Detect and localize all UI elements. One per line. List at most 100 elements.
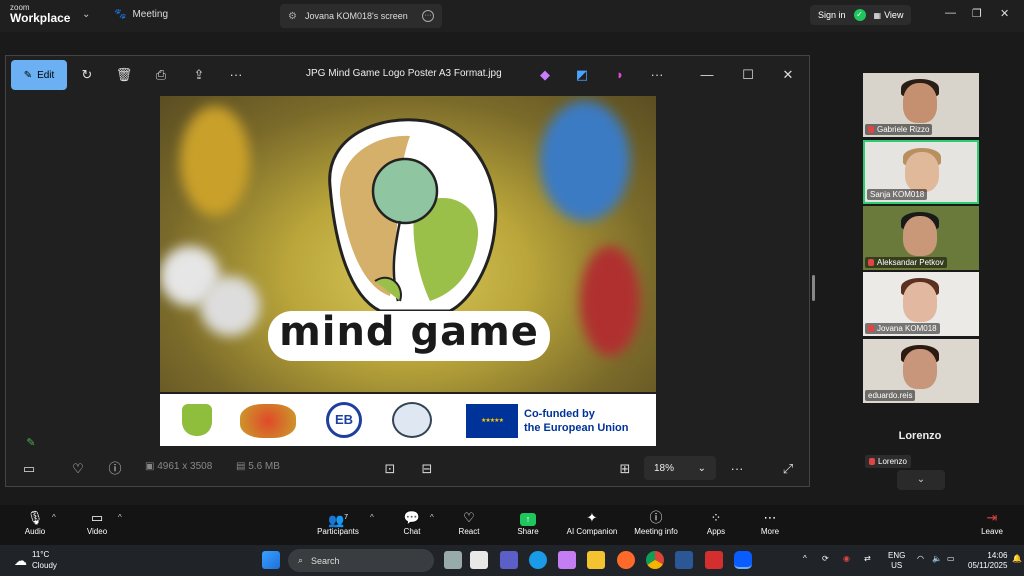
futbolista-logo-icon (182, 404, 212, 436)
rotate-icon[interactable]: ↻ (78, 66, 96, 84)
clock[interactable]: 14:06 05/11/2025 (968, 551, 1007, 571)
chat-caret-icon[interactable]: ^ (430, 513, 434, 522)
edit-button[interactable]: ✎ Edit (11, 60, 67, 90)
share-screen-icon: ↑ (498, 509, 558, 527)
more-icon[interactable]: ··· (227, 66, 245, 84)
poster-background: mind game (160, 96, 656, 392)
scroll-down-button[interactable]: ⌄ (897, 470, 945, 490)
sync-icon[interactable]: ⟳ (822, 554, 829, 564)
participant-tile-active[interactable]: Sanja KOM018 (863, 140, 979, 204)
participants-caret-icon[interactable]: ^ (370, 513, 374, 522)
ai-companion-button[interactable]: ✦ AI Companion (562, 509, 622, 536)
acrobat-icon[interactable] (705, 551, 723, 569)
file-explorer-icon[interactable] (587, 551, 605, 569)
participant-name: eduardo.reis (868, 391, 913, 400)
react-button[interactable]: ♡ React (439, 509, 499, 536)
edge-icon[interactable] (529, 551, 547, 569)
filmstrip-icon[interactable]: ▭ (20, 460, 38, 478)
security-shield-icon[interactable]: ✓ (853, 9, 866, 21)
actual-size-icon[interactable]: ⊞ (616, 460, 634, 478)
eu-flag-icon: ★★★★★ (466, 404, 518, 438)
chevron-down-icon: ⌄ (916, 474, 926, 485)
participant-tile[interactable]: Jovana KOM018 (863, 272, 979, 336)
participants-button[interactable]: 👥7 Participants (308, 509, 368, 536)
panel-resize-handle[interactable] (812, 275, 815, 301)
meeting-info-button[interactable]: ⓘ Meeting info (626, 509, 686, 536)
participant-tile[interactable]: eduardo.reis (863, 339, 979, 403)
leave-label: Leave (981, 527, 1003, 536)
annotate-pen-icon[interactable]: ✎ (22, 434, 40, 452)
bottom-more-icon[interactable]: ··· (728, 460, 746, 478)
favorite-heart-icon[interactable]: ♡ (69, 460, 87, 478)
video-options-caret-icon[interactable]: ^ (118, 513, 122, 522)
zoom-level-select[interactable]: 18% ⌄ (644, 456, 716, 480)
participants-label: Participants (317, 527, 359, 536)
store-icon[interactable] (470, 551, 488, 569)
screen-share-tab[interactable]: ⚙ Jovana KOM018's screen ··· (280, 4, 442, 28)
signin-button[interactable]: Sign in (818, 10, 846, 20)
muted-mic-icon (868, 259, 874, 266)
audio-button[interactable]: 🎙 Audio (5, 509, 65, 536)
firefox-icon[interactable] (617, 551, 635, 569)
battery-icon[interactable]: ▭ (947, 554, 955, 564)
screen-share-icon: ⚙ (288, 10, 297, 22)
zoom-taskbar-icon[interactable] (734, 551, 752, 569)
print-icon[interactable]: ⎙ (152, 66, 170, 84)
participant-tile[interactable]: Gabriele Rizzo (863, 73, 979, 137)
tray-overflow-icon[interactable]: ^ (803, 554, 807, 564)
wifi-icon[interactable]: ◠ (917, 554, 924, 564)
notifications-icon[interactable]: 🔔 (1012, 554, 1022, 564)
ai-companion-label: AI Companion (566, 527, 618, 536)
network-tray-icon[interactable]: ⇄ (864, 554, 871, 564)
meeting-tab[interactable]: 🐾 Meeting (114, 9, 168, 20)
delete-icon[interactable]: 🗑 (115, 66, 133, 84)
antivirus-icon[interactable]: ◉ (843, 554, 850, 564)
viewer-maximize-icon[interactable]: ☐ (739, 66, 757, 84)
clipchamp-icon[interactable]: ◗ (611, 66, 629, 84)
file-size-value: 5.6 MB (248, 461, 280, 472)
close-icon[interactable]: ✕ (1000, 7, 1009, 20)
search-box[interactable]: ⌕ Search (288, 549, 434, 572)
start-windows-icon[interactable] (262, 551, 280, 569)
logo-text: mind game (279, 309, 539, 355)
viewer-close-icon[interactable]: ✕ (779, 66, 797, 84)
task-view-icon[interactable] (444, 551, 462, 569)
fit-to-screen-icon[interactable]: ⊡ (381, 460, 399, 478)
more-button[interactable]: ⋯ More (740, 509, 800, 536)
meeting-label: Meeting (132, 9, 169, 20)
volume-icon[interactable]: 🔈 (932, 554, 942, 564)
language-indicator[interactable]: ENG US (888, 551, 905, 571)
weather-widget[interactable]: ☁ 11°C Cloudy (14, 549, 57, 571)
fullscreen-icon[interactable]: ⤢ (779, 460, 797, 478)
teams-icon[interactable] (500, 551, 518, 569)
more-options-icon[interactable]: ··· (422, 10, 434, 22)
minimize-icon[interactable]: — (945, 7, 956, 19)
copilot-taskbar-icon[interactable] (558, 551, 576, 569)
share-icon[interactable]: ⇪ (190, 66, 208, 84)
search-placeholder: Search (311, 555, 340, 566)
viewer-minimize-icon[interactable]: — (698, 66, 716, 84)
weather-condition: Cloudy (32, 561, 57, 570)
restore-icon[interactable]: ❐ (972, 7, 982, 20)
active-speaker-label: Lorenzo (865, 455, 911, 468)
vpn-icon[interactable] (675, 551, 693, 569)
viewer-bottom-bar: ▭ ♡ ⓘ ▣ 4961 x 3508 ▤ 5.6 MB ⊡ ⊟ ⊞ 18% ⌄… (6, 452, 809, 486)
view-button[interactable]: ▦ View (874, 10, 904, 20)
copilot-icon[interactable]: ◆ (536, 66, 554, 84)
overflow-icon[interactable]: ··· (648, 66, 666, 84)
chrome-icon[interactable] (646, 551, 664, 569)
designer-icon[interactable]: ◩ (573, 66, 591, 84)
audio-options-caret-icon[interactable]: ^ (52, 513, 56, 522)
apps-button[interactable]: ⁘ Apps (686, 509, 746, 536)
participant-tile[interactable]: Aleksandar Petkov (863, 206, 979, 270)
app-menu-chevron-icon[interactable]: ⌄ (82, 9, 90, 20)
poster-image: mind game EB ★★★★★ Co-funded by the Euro… (160, 96, 656, 446)
more-circle-icon: ⋯ (763, 510, 777, 525)
signin-view-group: Sign in ✓ ▦ View (810, 5, 912, 25)
text-extract-icon[interactable]: ⊟ (418, 460, 436, 478)
audio-label: Audio (24, 527, 46, 536)
info-icon[interactable]: ⓘ (106, 460, 124, 478)
file-title: JPG Mind Game Logo Poster A3 Format.jpg (306, 68, 502, 79)
leave-button[interactable]: ⇥ Leave (962, 509, 1022, 536)
share-button[interactable]: ↑ Share (498, 509, 558, 536)
